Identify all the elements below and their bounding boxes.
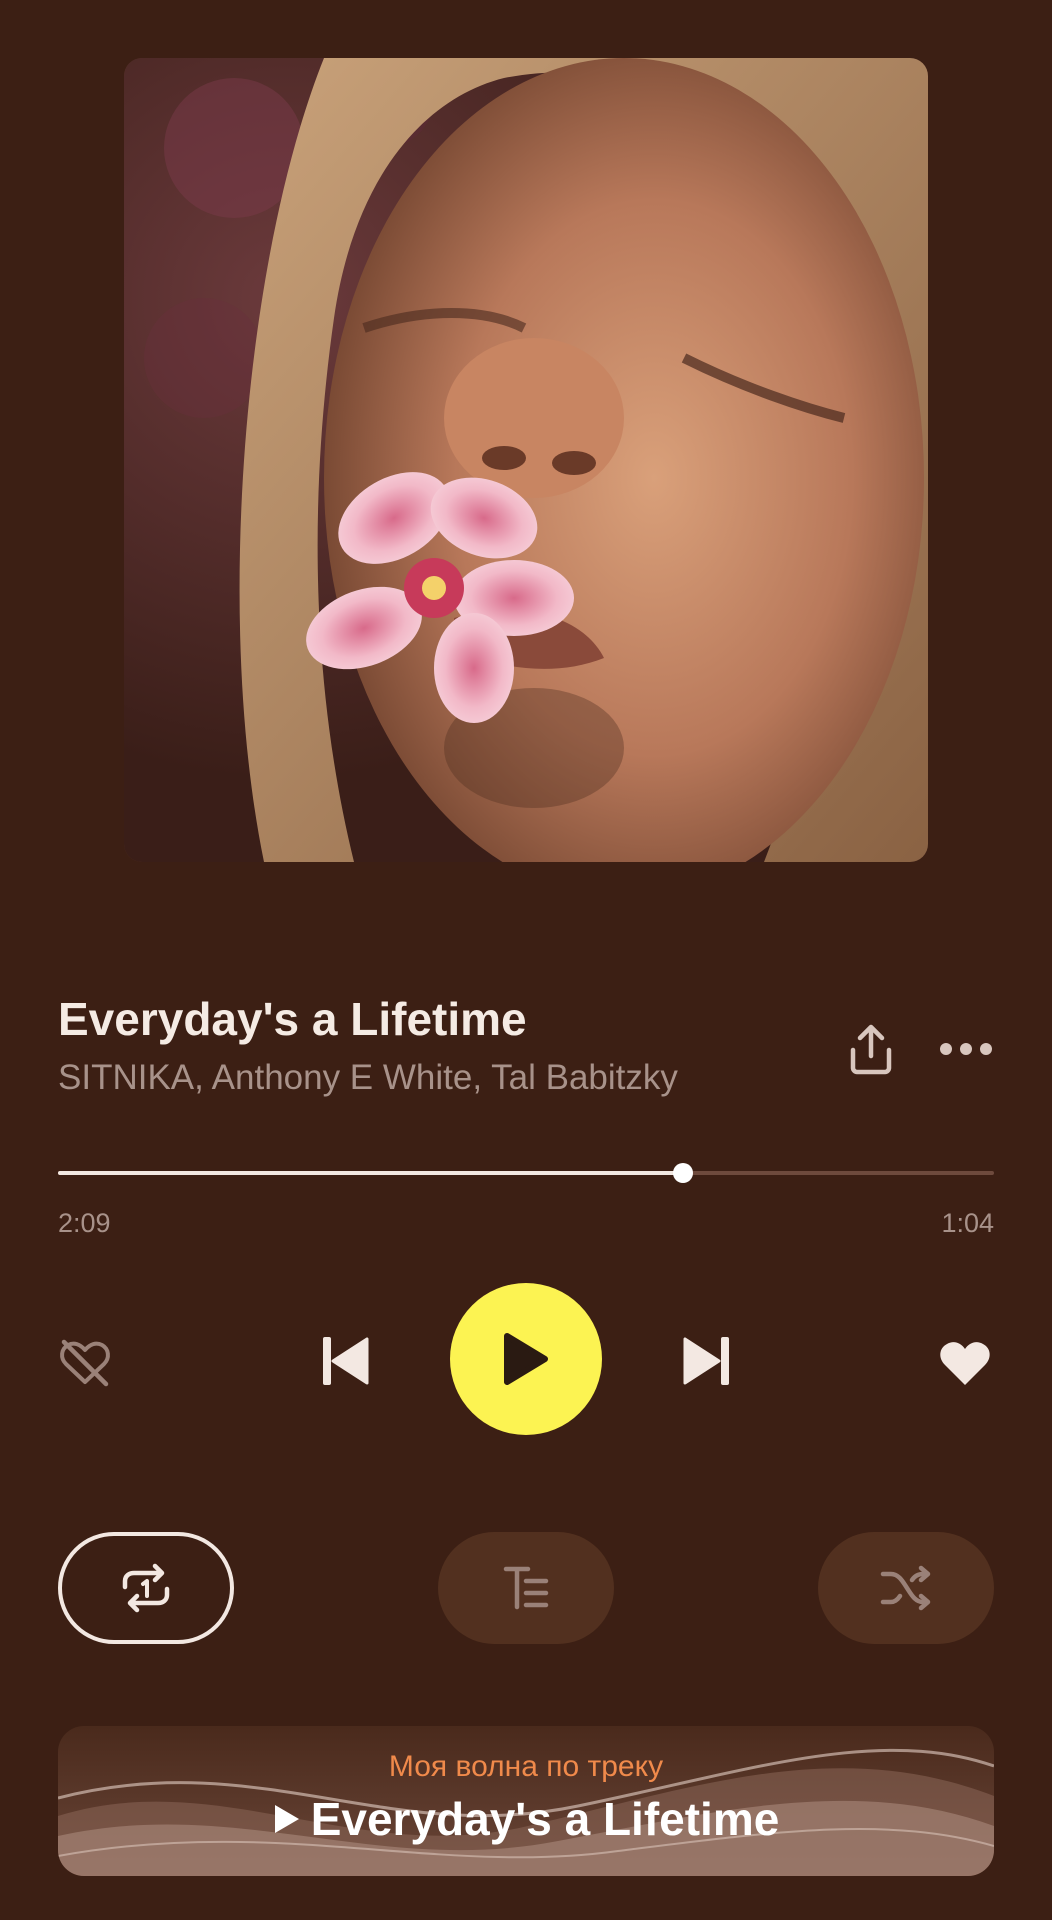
play-icon [504,1333,548,1385]
next-track-button[interactable] [672,1326,742,1396]
wave-subtitle: Моя волна по треку [388,1750,664,1783]
dislike-button[interactable] [52,1330,118,1396]
time-elapsed: 2:09 [58,1208,111,1238]
shuffle-button[interactable] [818,1532,994,1644]
play-icon [274,1805,299,1833]
like-button[interactable] [932,1330,998,1396]
shuffle-icon [880,1565,931,1611]
track-artists[interactable]: SITNIKA, Anthony E White, Tal Babitzky [58,1058,678,1098]
progress-slider[interactable] [58,1160,994,1186]
next-track-icon [683,1337,729,1385]
more-options-button[interactable] [930,1018,1002,1080]
previous-track-icon [323,1337,369,1385]
progress-thumb[interactable] [673,1163,694,1183]
repeat-one-icon [122,1563,170,1613]
track-title[interactable]: Everyday's a Lifetime [58,992,527,1046]
dislike-icon [60,1339,110,1387]
previous-track-button[interactable] [310,1326,380,1396]
wave-title: Everyday's a Lifetime [310,1793,780,1845]
progress-fill [58,1171,684,1175]
share-button[interactable] [840,1018,902,1080]
share-icon [850,1024,892,1075]
my-wave-banner[interactable]: Моя волна по треку Everyday's a Lifetime [58,1726,994,1876]
lyrics-queue-button[interactable] [438,1532,614,1644]
album-cover-image [124,58,928,862]
wave-title-row: Everyday's a Lifetime [58,1792,994,1846]
text-queue-icon [503,1566,549,1610]
heart-icon [940,1342,990,1385]
repeat-button[interactable] [58,1532,234,1644]
time-remaining: 1:04 [941,1208,994,1238]
play-button[interactable] [450,1283,602,1435]
player-screen: Everyday's a Lifetime SITNIKA, Anthony E… [0,0,1052,1920]
more-icon [940,1043,992,1055]
